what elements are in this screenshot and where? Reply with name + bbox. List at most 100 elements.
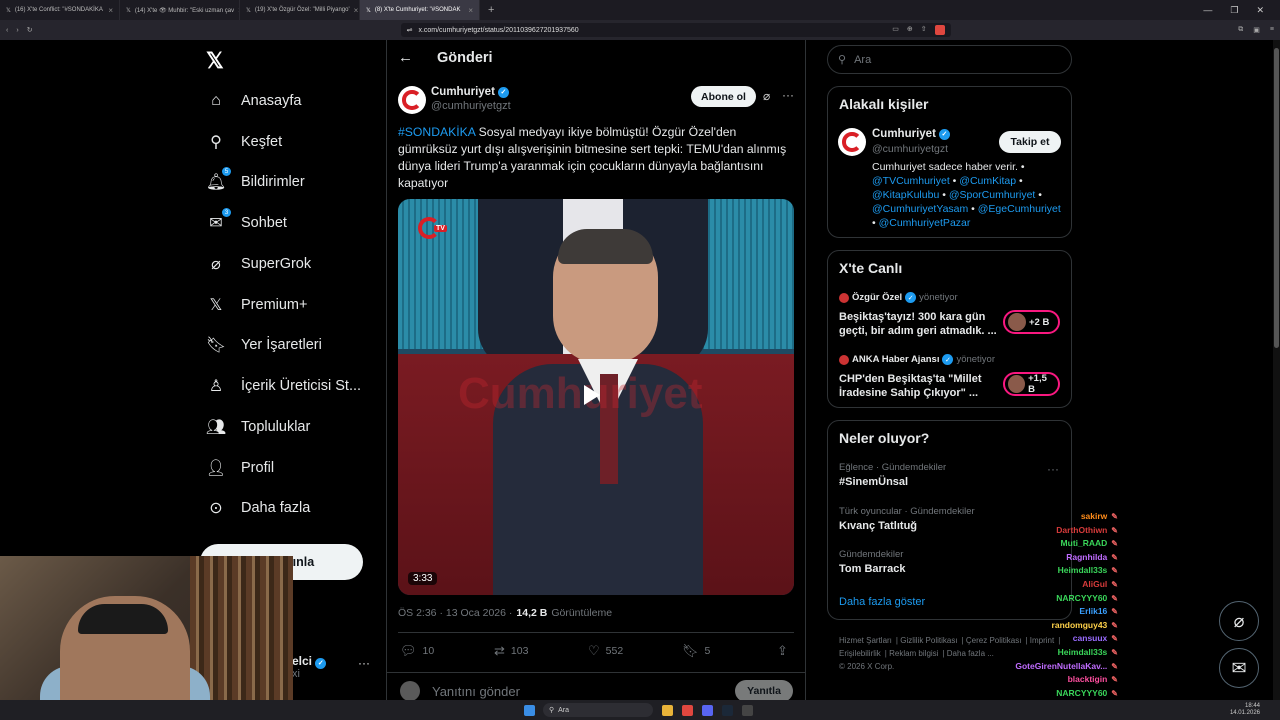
author-name[interactable]: Cumhuriyet ✓ — [431, 86, 509, 98]
nav-item-grok[interactable]: ⌀ SuperGrok — [205, 247, 311, 281]
nav-item-home[interactable]: ⌂ Anasayfa — [205, 84, 301, 118]
author-avatar[interactable] — [398, 86, 426, 114]
mention-link[interactable]: @CumhuriyetPazar — [879, 217, 971, 229]
nav-item-messages[interactable]: ✉ 3 Sohbet — [205, 206, 287, 240]
brave-shield-icon[interactable] — [934, 25, 945, 35]
nav-item-communities[interactable]: 👥︎ Topluluklar — [205, 410, 310, 444]
x-logo-icon[interactable]: 𝕏 — [206, 48, 224, 74]
scrollbar[interactable] — [1273, 40, 1280, 700]
repost-button[interactable]: ⇄ 103 — [494, 643, 528, 659]
share-button[interactable]: ⇪ — [777, 643, 788, 659]
scrollbar-thumb[interactable] — [1274, 48, 1279, 348]
x-icon: 𝕏 — [126, 7, 131, 14]
new-tab-icon[interactable]: + — [480, 4, 502, 16]
bell-icon: 🔔︎ 5 — [205, 167, 231, 193]
search-input[interactable]: ⚲ Ara — [827, 45, 1072, 74]
nav-item-notifications[interactable]: 🔔︎ 5 Bildirimler — [205, 165, 305, 199]
steam-icon[interactable] — [722, 704, 733, 716]
trend-more-icon[interactable]: ··· — [1047, 462, 1059, 476]
follow-button[interactable]: Takip et — [999, 131, 1061, 153]
footer-link[interactable]: Gizlilik Politikası — [900, 636, 957, 645]
back-icon[interactable]: ‹ — [6, 27, 8, 34]
related-name[interactable]: Cumhuriyet ✓ — [872, 128, 950, 140]
mention-link[interactable]: @CumhuriyetYasam — [872, 203, 968, 215]
close-icon[interactable]: × — [468, 6, 473, 15]
trend-name[interactable]: Kıvanç Tatlıtuğ — [839, 520, 917, 532]
browser-tab[interactable]: 𝕏(14) X'te 👁 Muhbir: "Eski uzman çav× — [120, 0, 240, 20]
account-more-icon[interactable]: ··· — [358, 656, 370, 670]
close-icon[interactable]: × — [354, 6, 359, 15]
video-player[interactable]: TV Cumhuriyet 3:33 — [398, 199, 794, 595]
reply-input[interactable]: Yanıtını gönder — [432, 684, 520, 699]
nav-item-profile[interactable]: 👤︎ Profil — [205, 451, 274, 485]
chat-username: Heimdall33s — [1057, 565, 1108, 576]
menu-icon[interactable]: ≡ — [1270, 26, 1274, 34]
system-clock[interactable]: 18:44 14.01.2026 — [1230, 703, 1280, 717]
subscribe-button[interactable]: Abone ol — [691, 86, 756, 107]
mention-link[interactable]: @CumKitap — [959, 175, 1016, 187]
nav-item-creator-studio[interactable]: ♙ İçerik Üreticisi St... — [205, 369, 361, 403]
grok-fab-button[interactable]: ⌀ — [1219, 601, 1259, 641]
footer-link[interactable]: Daha fazla ... — [947, 649, 994, 658]
footer-link[interactable]: Erişilebilirlik — [839, 649, 881, 658]
nav-item-premium[interactable]: 𝕏 Premium+ — [205, 288, 308, 322]
address-bar-row: ‹ › ↻ ⇌ x.com/cumhuriyetgzt/status/20110… — [0, 20, 1280, 40]
nav-item-more[interactable]: ⊙ Daha fazla — [205, 491, 310, 525]
messages-fab-button[interactable]: ✉ — [1219, 648, 1259, 688]
browser-tab[interactable]: 𝕏 (16) X'te Conflict: "#SONDAKİKA × — [0, 0, 120, 20]
live-listeners-badge[interactable]: +1,5 B — [1003, 372, 1060, 396]
reply-submit-button[interactable]: Yanıtla — [735, 680, 793, 702]
footer-link[interactable]: Reklam bilgisi — [889, 649, 938, 658]
trend-name[interactable]: #SinemÜnsal — [839, 476, 908, 488]
verified-icon: ✓ — [315, 657, 327, 669]
hashtag-link[interactable]: #SONDAKİKA — [398, 125, 475, 139]
tab-label: (16) X'te Conflict: "#SONDAKİKA — [14, 7, 103, 13]
taskbar-search[interactable]: ⚲ Ara — [543, 703, 653, 717]
mail-icon: ✉ 3 — [205, 208, 231, 234]
discord-icon[interactable] — [702, 704, 713, 716]
minimize-icon[interactable]: — — [1203, 5, 1212, 16]
zoom-icon[interactable]: ⊕ — [907, 25, 913, 35]
back-arrow-icon[interactable]: ← — [398, 49, 413, 66]
windows-start-icon[interactable] — [524, 704, 535, 716]
reply-button[interactable]: 💬︎ 10 — [400, 643, 434, 659]
nav-item-explore[interactable]: ⚲ Keşfet — [205, 125, 282, 159]
site-info-icon[interactable]: ⇌ — [407, 26, 413, 34]
file-explorer-icon[interactable] — [662, 704, 673, 716]
grok-icon[interactable]: ⌀ — [763, 89, 770, 103]
post-time[interactable]: ÖS 2:36 · 13 Oca 2026 · — [398, 607, 512, 619]
play-icon[interactable] — [584, 385, 600, 405]
reader-icon[interactable]: ▭ — [892, 25, 899, 35]
wallet-icon[interactable]: ▣ — [1253, 26, 1260, 34]
forward-icon[interactable]: › — [16, 27, 18, 34]
author-handle[interactable]: @cumhuriyetgzt — [431, 100, 511, 112]
more-icon[interactable]: ··· — [782, 88, 794, 102]
related-avatar[interactable] — [838, 128, 866, 156]
footer-link[interactable]: Hizmet Şartları — [839, 636, 892, 645]
live-title[interactable]: CHP'den Beşiktaş'ta "Millet İradesine Sa… — [839, 372, 999, 400]
obs-icon[interactable] — [742, 704, 753, 716]
browser-tab[interactable]: 𝕏 (19) X'te Özgür Özel: "Milli Piyango' × — [240, 0, 360, 20]
mention-link[interactable]: @TVCumhuriyet — [872, 175, 950, 187]
bookmark-button[interactable]: 🔖︎ 5 — [682, 643, 710, 659]
extensions-icon[interactable]: ⧉ — [1238, 26, 1243, 34]
nav-item-bookmarks[interactable]: 🔖︎ Yer İşaretleri — [205, 328, 322, 362]
url-input[interactable]: ⇌ x.com/cumhuriyetgzt/status/20110396272… — [400, 23, 951, 37]
trend-name[interactable]: Tom Barrack — [839, 563, 905, 575]
live-listeners-badge[interactable]: +2 B — [1003, 310, 1060, 334]
mention-link[interactable]: @EgeCumhuriyet — [978, 203, 1061, 215]
close-icon[interactable]: × — [108, 6, 113, 15]
reload-icon[interactable]: ↻ — [27, 26, 33, 34]
show-more-link[interactable]: Daha fazla göster — [839, 596, 925, 608]
mention-link[interactable]: @SporCumhuriyet — [949, 189, 1036, 201]
like-button[interactable]: ♡ 552 — [588, 643, 623, 659]
share-icon[interactable]: ⇧ — [921, 25, 927, 35]
mention-link[interactable]: @KitapKulubu — [872, 189, 939, 201]
avatar — [1008, 313, 1026, 331]
account-name[interactable]: elci ✓ — [292, 654, 327, 669]
close-window-icon[interactable]: ✕ — [1256, 5, 1264, 16]
browser-tab-active[interactable]: 𝕏 (8) X'te Cumhuriyet: "#SONDAK × — [360, 0, 480, 20]
maximize-icon[interactable]: ❐ — [1230, 5, 1238, 16]
live-title[interactable]: Beşiktaş'tayız! 300 kara gün geçti, bir … — [839, 310, 999, 338]
brave-icon[interactable] — [682, 704, 693, 716]
